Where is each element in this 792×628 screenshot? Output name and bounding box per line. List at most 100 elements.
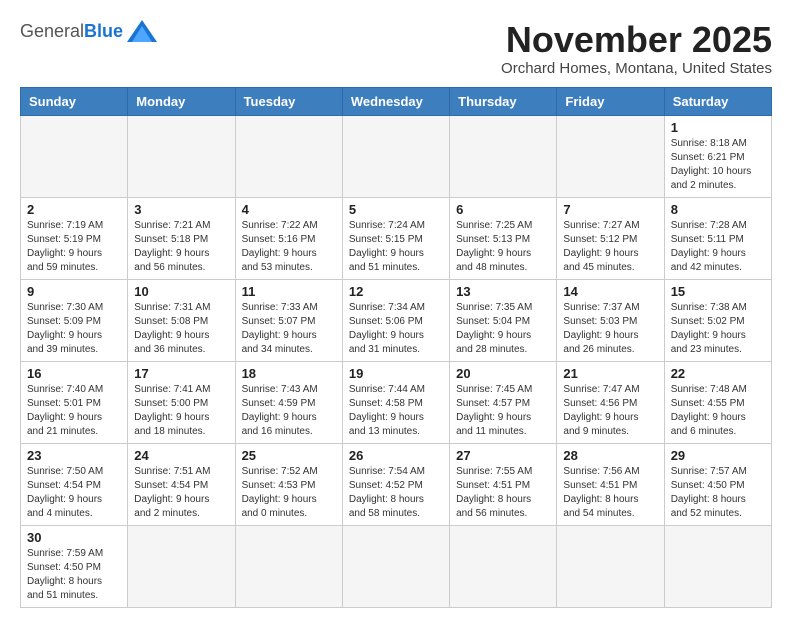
calendar-cell <box>450 525 557 607</box>
day-number: 8 <box>671 202 765 217</box>
day-number: 16 <box>27 366 121 381</box>
calendar-cell: 10 Sunrise: 7:31 AM Sunset: 5:08 PM Dayli… <box>128 279 235 361</box>
calendar-cell: 25Sunrise: 7:52 AM Sunset: 4:53 PM Dayli… <box>235 443 342 525</box>
day-info: Sunrise: 7:38 AM Sunset: 5:02 PM Dayligh… <box>671 301 765 357</box>
day-info: Sunrise: 7:55 AM Sunset: 4:51 PM Dayligh… <box>456 465 550 521</box>
day-number: 24 <box>134 448 228 463</box>
day-number: 7 <box>563 202 657 217</box>
day-number: 3 <box>134 202 228 217</box>
day-number: 15 <box>671 284 765 299</box>
day-info: Sunrise: 7:47 AM Sunset: 4:56 PM Dayligh… <box>563 383 657 439</box>
day-info: Sunrise: 7:51 AM Sunset: 4:54 PM Dayligh… <box>134 465 228 521</box>
day-number: 1 <box>671 120 765 135</box>
day-number: 2 <box>27 202 121 217</box>
week-row-1: 1 Sunrise: 8:18 AM Sunset: 6:21 PM Daylig… <box>21 115 772 197</box>
calendar-cell <box>450 115 557 197</box>
weekday-header-sunday: Sunday <box>21 87 128 115</box>
day-number: 6 <box>456 202 550 217</box>
day-number: 23 <box>27 448 121 463</box>
calendar-cell: 21 Sunrise: 7:47 AM Sunset: 4:56 PM Dayli… <box>557 361 664 443</box>
logo-blue-text: Blue <box>84 21 123 42</box>
day-number: 21 <box>563 366 657 381</box>
page-header: General Blue November 2025 Orchard Homes… <box>20 20 772 77</box>
day-number: 26 <box>349 448 443 463</box>
calendar-cell: 14Sunrise: 7:37 AM Sunset: 5:03 PM Dayli… <box>557 279 664 361</box>
day-info: Sunrise: 7:44 AM Sunset: 4:58 PM Dayligh… <box>349 383 443 439</box>
calendar-cell: 26Sunrise: 7:54 AM Sunset: 4:52 PM Dayli… <box>342 443 449 525</box>
day-number: 13 <box>456 284 550 299</box>
calendar-cell <box>235 115 342 197</box>
weekday-header-thursday: Thursday <box>450 87 557 115</box>
calendar-cell: 13 Sunrise: 7:35 AM Sunset: 5:04 PM Dayli… <box>450 279 557 361</box>
day-number: 4 <box>242 202 336 217</box>
calendar-cell: 2Sunrise: 7:19 AM Sunset: 5:19 PM Daylig… <box>21 197 128 279</box>
calendar-cell: 9 Sunrise: 7:30 AM Sunset: 5:09 PM Daylig… <box>21 279 128 361</box>
calendar-cell <box>342 115 449 197</box>
calendar-cell <box>235 525 342 607</box>
day-number: 9 <box>27 284 121 299</box>
calendar-cell: 4 Sunrise: 7:22 AM Sunset: 5:16 PM Daylig… <box>235 197 342 279</box>
day-info: Sunrise: 7:27 AM Sunset: 5:12 PM Dayligh… <box>563 219 657 275</box>
day-number: 11 <box>242 284 336 299</box>
day-info: Sunrise: 7:35 AM Sunset: 5:04 PM Dayligh… <box>456 301 550 357</box>
calendar-cell: 8 Sunrise: 7:28 AM Sunset: 5:11 PM Daylig… <box>664 197 771 279</box>
calendar-cell <box>557 525 664 607</box>
day-number: 20 <box>456 366 550 381</box>
day-number: 22 <box>671 366 765 381</box>
week-row-3: 9 Sunrise: 7:30 AM Sunset: 5:09 PM Daylig… <box>21 279 772 361</box>
day-info: Sunrise: 7:31 AM Sunset: 5:08 PM Dayligh… <box>134 301 228 357</box>
day-number: 28 <box>563 448 657 463</box>
week-row-2: 2Sunrise: 7:19 AM Sunset: 5:19 PM Daylig… <box>21 197 772 279</box>
day-info: Sunrise: 8:18 AM Sunset: 6:21 PM Dayligh… <box>671 137 765 193</box>
day-info: Sunrise: 7:56 AM Sunset: 4:51 PM Dayligh… <box>563 465 657 521</box>
calendar-cell <box>342 525 449 607</box>
day-info: Sunrise: 7:43 AM Sunset: 4:59 PM Dayligh… <box>242 383 336 439</box>
calendar-cell <box>128 115 235 197</box>
calendar-cell: 19 Sunrise: 7:44 AM Sunset: 4:58 PM Dayli… <box>342 361 449 443</box>
day-number: 30 <box>27 530 121 545</box>
day-info: Sunrise: 7:34 AM Sunset: 5:06 PM Dayligh… <box>349 301 443 357</box>
logo-area: General Blue <box>20 20 157 42</box>
calendar-cell: 6 Sunrise: 7:25 AM Sunset: 5:13 PM Daylig… <box>450 197 557 279</box>
calendar-cell: 24 Sunrise: 7:51 AM Sunset: 4:54 PM Dayli… <box>128 443 235 525</box>
calendar-cell: 22Sunrise: 7:48 AM Sunset: 4:55 PM Dayli… <box>664 361 771 443</box>
calendar-cell: 11 Sunrise: 7:33 AM Sunset: 5:07 PM Dayli… <box>235 279 342 361</box>
day-info: Sunrise: 7:24 AM Sunset: 5:15 PM Dayligh… <box>349 219 443 275</box>
day-number: 12 <box>349 284 443 299</box>
calendar-cell: 12 Sunrise: 7:34 AM Sunset: 5:06 PM Dayli… <box>342 279 449 361</box>
week-row-4: 16 Sunrise: 7:40 AM Sunset: 5:01 PM Dayli… <box>21 361 772 443</box>
calendar-cell: 18Sunrise: 7:43 AM Sunset: 4:59 PM Dayli… <box>235 361 342 443</box>
calendar-cell <box>128 525 235 607</box>
calendar-cell: 3Sunrise: 7:21 AM Sunset: 5:18 PM Daylig… <box>128 197 235 279</box>
calendar-cell <box>557 115 664 197</box>
day-info: Sunrise: 7:59 AM Sunset: 4:50 PM Dayligh… <box>27 547 121 603</box>
weekday-header-tuesday: Tuesday <box>235 87 342 115</box>
day-info: Sunrise: 7:30 AM Sunset: 5:09 PM Dayligh… <box>27 301 121 357</box>
day-number: 27 <box>456 448 550 463</box>
calendar-cell <box>664 525 771 607</box>
calendar-cell: 1 Sunrise: 8:18 AM Sunset: 6:21 PM Daylig… <box>664 115 771 197</box>
calendar-cell: 23Sunrise: 7:50 AM Sunset: 4:54 PM Dayli… <box>21 443 128 525</box>
title-area: November 2025 Orchard Homes, Montana, Un… <box>501 20 772 77</box>
calendar-cell: 17Sunrise: 7:41 AM Sunset: 5:00 PM Dayli… <box>128 361 235 443</box>
day-info: Sunrise: 7:25 AM Sunset: 5:13 PM Dayligh… <box>456 219 550 275</box>
day-info: Sunrise: 7:52 AM Sunset: 4:53 PM Dayligh… <box>242 465 336 521</box>
calendar-cell: 27 Sunrise: 7:55 AM Sunset: 4:51 PM Dayli… <box>450 443 557 525</box>
day-info: Sunrise: 7:40 AM Sunset: 5:01 PM Dayligh… <box>27 383 121 439</box>
weekday-header-saturday: Saturday <box>664 87 771 115</box>
day-info: Sunrise: 7:45 AM Sunset: 4:57 PM Dayligh… <box>456 383 550 439</box>
calendar-cell <box>21 115 128 197</box>
day-number: 19 <box>349 366 443 381</box>
day-number: 10 <box>134 284 228 299</box>
week-row-6: 30 Sunrise: 7:59 AM Sunset: 4:50 PM Dayli… <box>21 525 772 607</box>
calendar-cell: 28 Sunrise: 7:56 AM Sunset: 4:51 PM Dayli… <box>557 443 664 525</box>
calendar-cell: 15 Sunrise: 7:38 AM Sunset: 5:02 PM Dayli… <box>664 279 771 361</box>
day-info: Sunrise: 7:37 AM Sunset: 5:03 PM Dayligh… <box>563 301 657 357</box>
day-number: 5 <box>349 202 443 217</box>
day-info: Sunrise: 7:22 AM Sunset: 5:16 PM Dayligh… <box>242 219 336 275</box>
day-info: Sunrise: 7:57 AM Sunset: 4:50 PM Dayligh… <box>671 465 765 521</box>
day-info: Sunrise: 7:28 AM Sunset: 5:11 PM Dayligh… <box>671 219 765 275</box>
calendar-cell: 29Sunrise: 7:57 AM Sunset: 4:50 PM Dayli… <box>664 443 771 525</box>
weekday-header-wednesday: Wednesday <box>342 87 449 115</box>
day-info: Sunrise: 7:33 AM Sunset: 5:07 PM Dayligh… <box>242 301 336 357</box>
